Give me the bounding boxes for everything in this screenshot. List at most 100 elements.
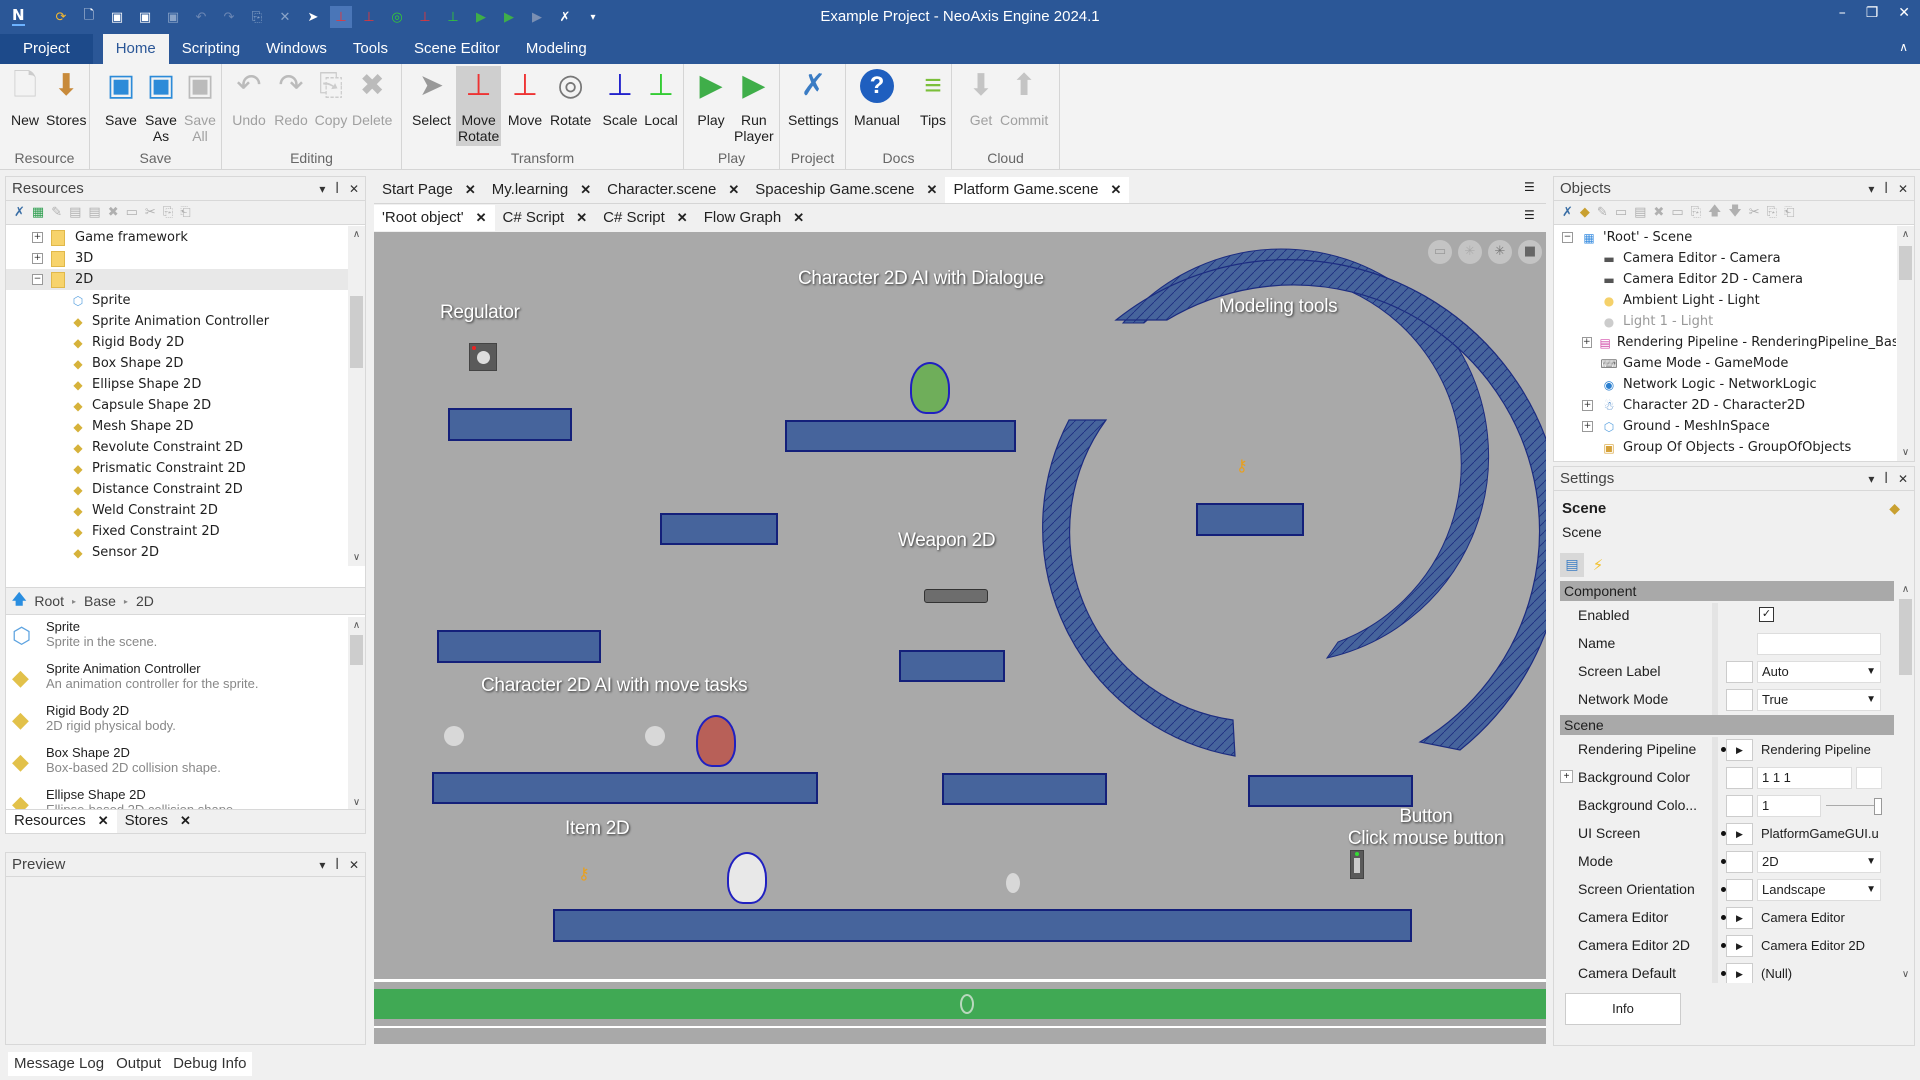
breadcrumb-item[interactable]: 2D [136, 593, 154, 609]
tab-debug-info[interactable]: Debug Info [173, 1052, 246, 1076]
platform[interactable] [660, 513, 778, 545]
tab-start-page[interactable]: Start Page ✕ [374, 177, 484, 203]
cut-icon[interactable]: ✂ [145, 205, 156, 220]
tab-csharp-script[interactable]: C# Script ✕ [495, 205, 596, 231]
edit-icon[interactable]: ✎ [51, 205, 62, 220]
tree-item[interactable]: ◆ Sprite Animation Controller [6, 311, 348, 332]
reset-box[interactable] [1726, 879, 1753, 901]
scroll-thumb[interactable] [350, 635, 363, 665]
scroll-down-icon[interactable]: ∨ [1897, 444, 1914, 461]
close-icon[interactable]: ✕ [465, 177, 476, 203]
weapon-object[interactable] [924, 589, 988, 603]
list-item[interactable]: ◆ Box Shape 2D Box-based 2D collision shap… [6, 743, 348, 785]
get-button[interactable]: ⬇ Get [960, 66, 1002, 129]
key-item-icon[interactable]: ⚷ [578, 864, 590, 883]
tree-item[interactable]: ⬡ Sprite [6, 290, 348, 311]
expand-icon[interactable]: + [1560, 770, 1573, 783]
save-as-button[interactable]: ▣ Save As [140, 66, 182, 145]
document-tabs-menu-icon[interactable]: ☰ [1524, 180, 1535, 194]
tree-item[interactable]: ▣ Group Of Objects - GroupOfObjects [1554, 437, 1896, 458]
window-icon[interactable]: ▭ [1615, 205, 1627, 220]
platform[interactable] [1248, 775, 1413, 807]
tab-output[interactable]: Output [116, 1052, 161, 1076]
pin-icon[interactable]: ꟾ [1884, 467, 1888, 491]
character-player[interactable] [727, 852, 767, 904]
tab-root-object[interactable]: 'Root object' ✕ [374, 205, 495, 231]
rename-icon[interactable]: ▭ [126, 205, 138, 220]
scroll-up-icon[interactable]: ∧ [348, 226, 365, 243]
move-down-icon[interactable]: 🡇 [1728, 202, 1741, 224]
tree-item[interactable]: ◆ Capsule Shape 2D [6, 395, 348, 416]
tree-item[interactable]: ◆ Distance Constraint 2D [6, 479, 348, 500]
move-button[interactable]: ⊥ Move [504, 66, 546, 129]
list-scrollbar[interactable]: ∧ ∨ [348, 617, 365, 811]
new-folder-icon[interactable]: ▤ [69, 205, 81, 220]
waypoint[interactable] [1006, 873, 1020, 893]
tree-item[interactable]: − ▦ 'Root' - Scene [1554, 227, 1896, 248]
rotate-button[interactable]: ◎ Rotate [548, 66, 593, 129]
modeling-ring-svg[interactable] [374, 232, 1546, 980]
platform[interactable] [432, 772, 818, 804]
pin-icon[interactable]: ꟾ [335, 177, 339, 201]
display-icon[interactable]: ▭ [1428, 240, 1452, 264]
tab-platform-game-scene[interactable]: Platform Game.scene ✕ [945, 177, 1130, 203]
tree-item[interactable]: ◆ Sensor 2D [6, 542, 348, 563]
tree-item[interactable]: ◆ Box Shape 2D [6, 353, 348, 374]
reset-box[interactable] [1726, 661, 1753, 683]
character-dialogue[interactable] [910, 362, 950, 414]
tab-modeling[interactable]: Modeling [513, 34, 600, 64]
close-icon[interactable]: ✕ [1898, 467, 1908, 491]
tab-message-log[interactable]: Message Log [14, 1052, 104, 1076]
expand-reference-button[interactable]: ▶ [1726, 907, 1753, 929]
property-dropdown[interactable]: Landscape ▼ [1757, 879, 1881, 901]
tree-item[interactable]: ◆ Ellipse Shape 2D [6, 374, 348, 395]
tab-tools[interactable]: Tools [340, 34, 401, 64]
tree-item[interactable]: ◆Destroying Sensor 2D [6, 563, 348, 566]
platform[interactable] [437, 630, 601, 663]
ground-platform[interactable] [553, 909, 1412, 942]
scroll-down-icon[interactable]: ∨ [1897, 966, 1914, 983]
save-button[interactable]: ▣ Save [100, 66, 142, 129]
resources-scrollbar[interactable]: ∧ ∨ [348, 226, 365, 566]
platform[interactable] [448, 408, 572, 441]
expand-icon[interactable]: + [1582, 421, 1593, 432]
reset-box[interactable] [1726, 795, 1753, 817]
platform[interactable] [899, 650, 1005, 682]
tab-csharp-script-2[interactable]: C# Script ✕ [595, 205, 696, 231]
select-button[interactable]: ➤ Select [410, 66, 453, 129]
tab-stores[interactable]: Stores ✕ [117, 810, 199, 833]
expand-reference-button[interactable]: ▶ [1726, 739, 1753, 761]
button-object[interactable] [1350, 850, 1364, 879]
info-button[interactable]: Info [1565, 993, 1681, 1025]
move-rotate-button[interactable]: ⊥ Move Rotate [456, 66, 502, 146]
list-item[interactable]: ⬡ Sprite Sprite in the scene. [6, 617, 348, 659]
rename-icon[interactable]: ▭ [1671, 205, 1683, 220]
tree-item[interactable]: +3D [6, 248, 348, 269]
redo-button[interactable]: ↷ Redo [270, 66, 312, 129]
tree-item[interactable]: ▬ Camera Editor - Camera [1554, 248, 1896, 269]
save-all-button[interactable]: ▣ Save All [179, 66, 221, 145]
waypoint[interactable] [645, 726, 665, 746]
breadcrumb-item[interactable]: Root [34, 593, 64, 609]
tab-scripting[interactable]: Scripting [169, 34, 253, 64]
expand-icon[interactable]: + [32, 253, 43, 264]
tab-character-scene[interactable]: Character.scene ✕ [599, 177, 747, 203]
platform[interactable] [942, 773, 1107, 805]
list-item[interactable]: ◆ Rigid Body 2D 2D rigid physical body. [6, 701, 348, 743]
tree-item[interactable]: + ▤ Rendering Pipeline - RenderingPipeline… [1554, 332, 1896, 353]
tree-item[interactable]: ◆ Prismatic Constraint 2D [6, 458, 348, 479]
panel-menu-icon[interactable]: ▾ [1868, 467, 1874, 491]
tree-item[interactable]: ◆ Fixed Constraint 2D [6, 521, 348, 542]
scroll-down-icon[interactable]: ∨ [348, 549, 365, 566]
property-dropdown[interactable]: Auto ▼ [1757, 661, 1881, 683]
scroll-thumb[interactable] [350, 296, 363, 368]
component-type-icon[interactable]: ◆ [1889, 501, 1900, 517]
undo-button[interactable]: ↶ Undo [228, 66, 270, 129]
tab-resources[interactable]: Resources ✕ [6, 810, 117, 833]
settings-tool-icon[interactable]: ✗ [1562, 205, 1573, 220]
reset-box[interactable] [1726, 689, 1753, 711]
reset-box[interactable] [1726, 851, 1753, 873]
scroll-up-icon[interactable]: ∧ [1897, 226, 1914, 243]
slider-thumb[interactable] [1874, 798, 1882, 815]
tips-button[interactable]: ≡ Tips [912, 66, 954, 129]
